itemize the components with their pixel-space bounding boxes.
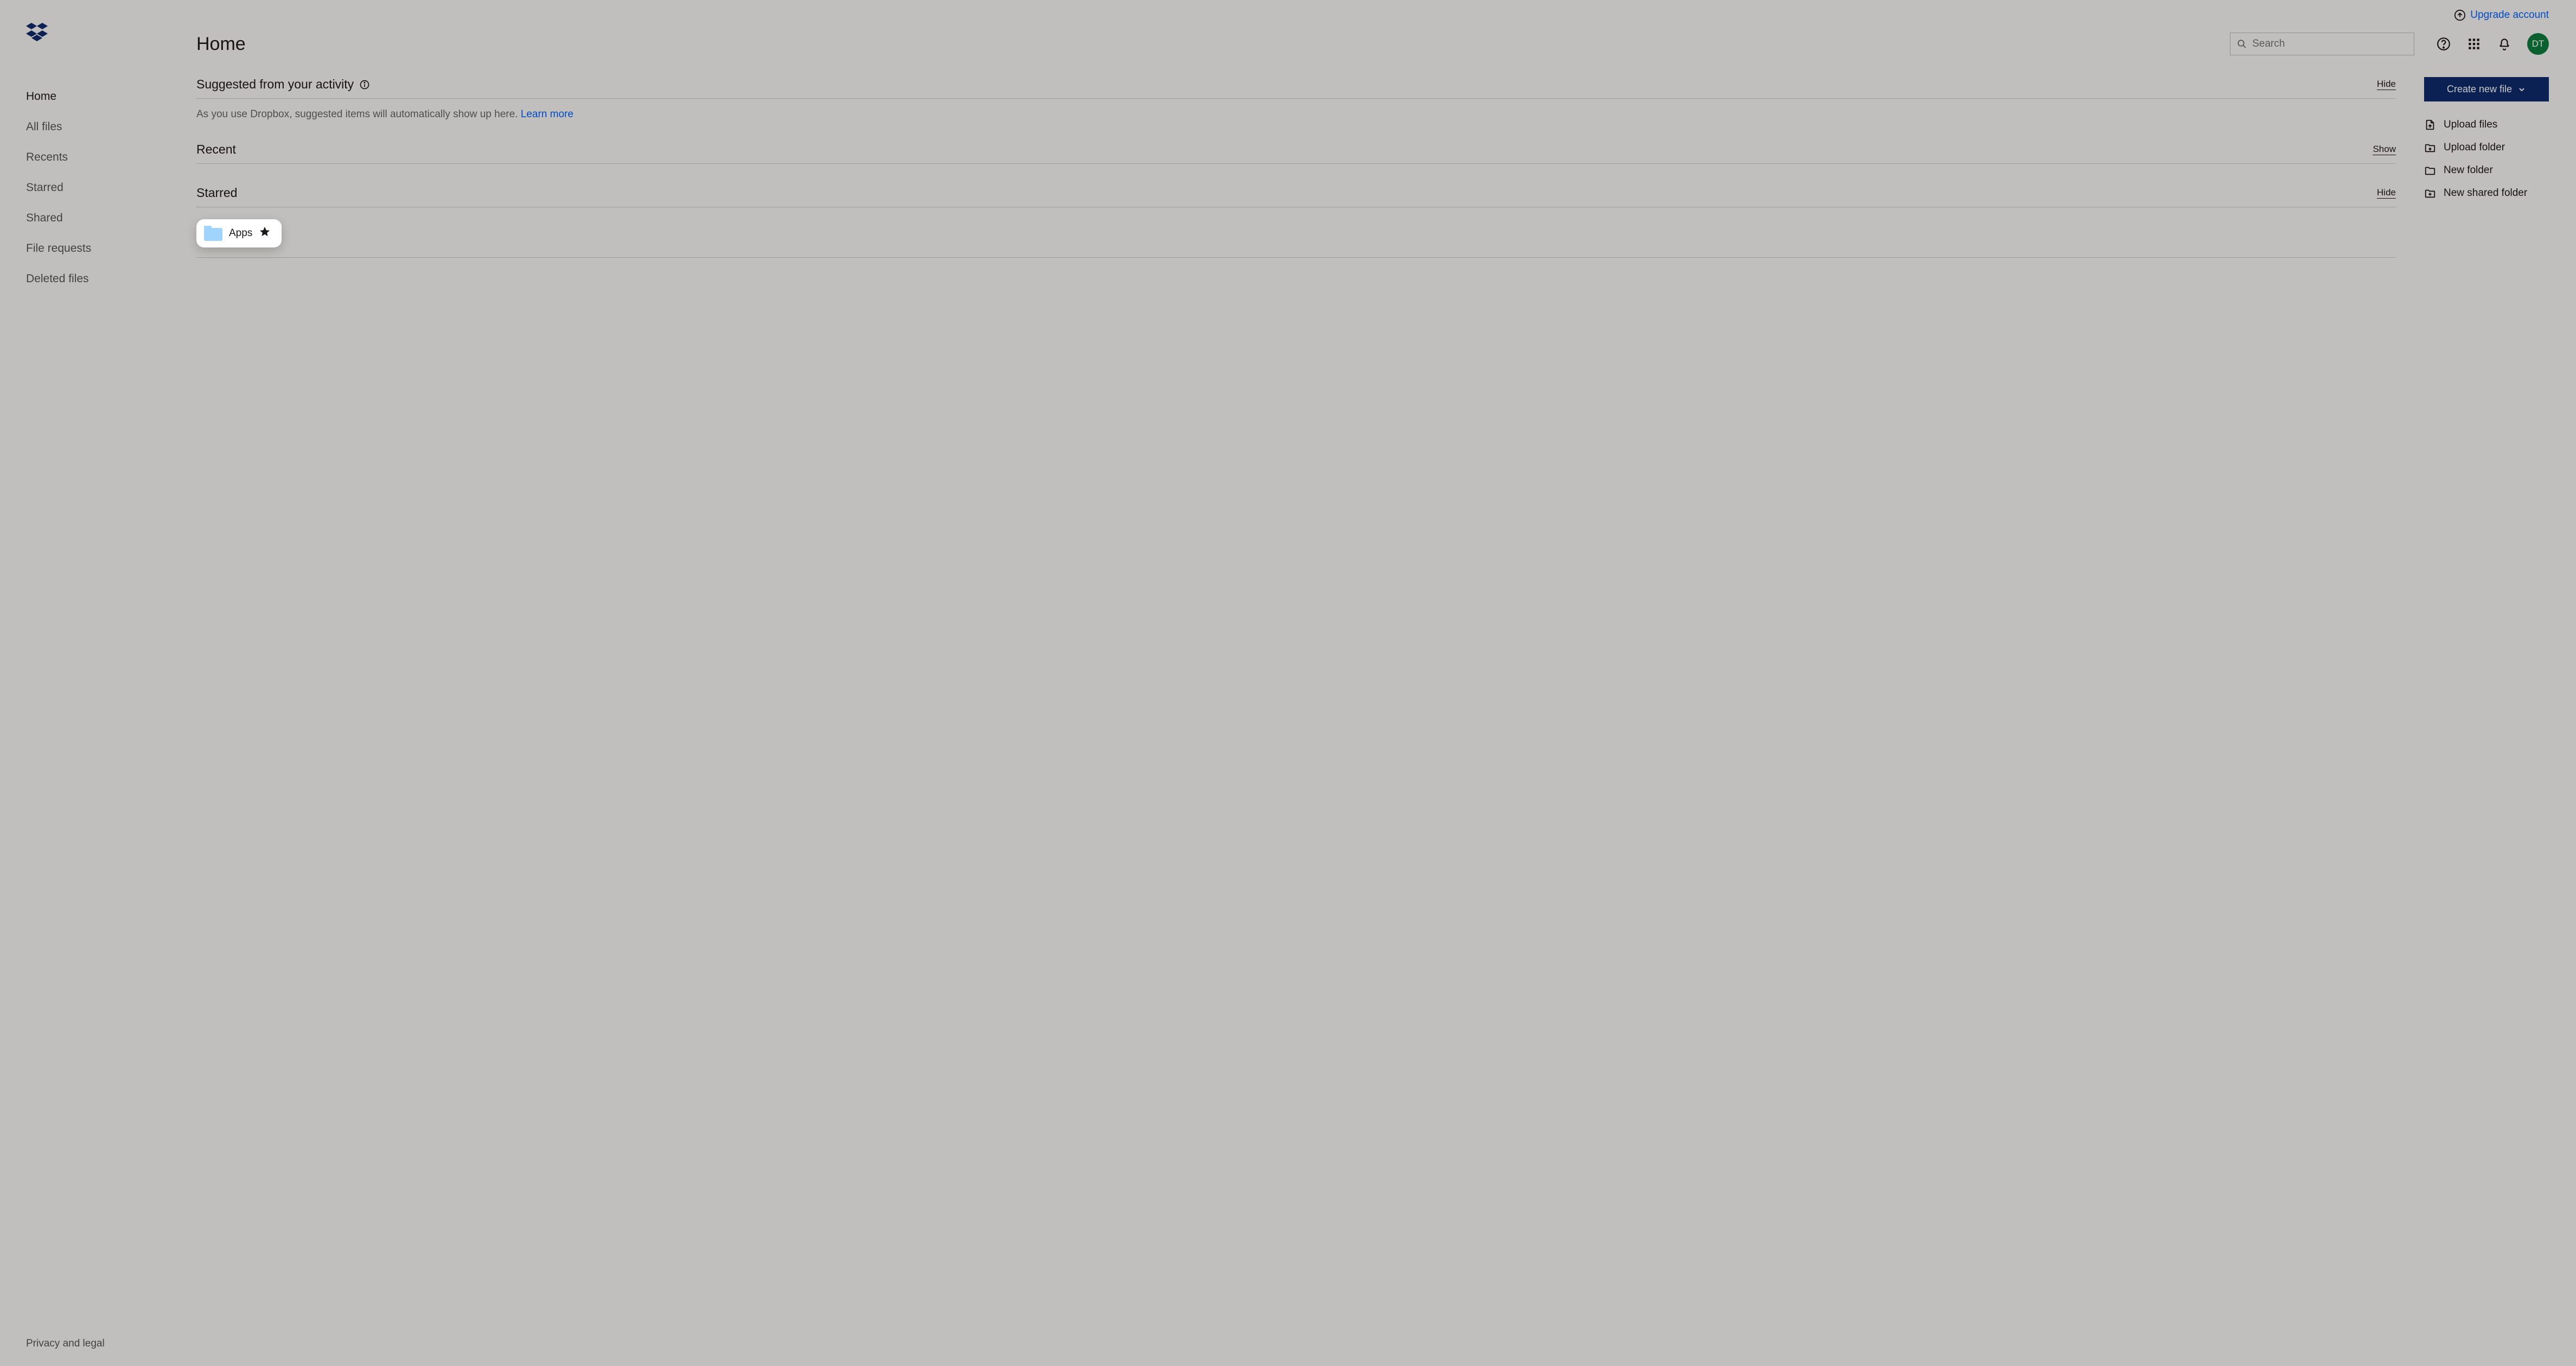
search-icon [2237, 39, 2247, 49]
new-folder-icon [2424, 164, 2436, 176]
sidebar-nav: Home All files Recents Starred Shared Fi… [26, 81, 169, 294]
upload-folder-action[interactable]: Upload folder [2424, 136, 2549, 159]
starred-title: Starred [196, 186, 237, 200]
notifications-icon[interactable] [2497, 36, 2512, 52]
folder-icon [204, 226, 222, 241]
suggested-title: Suggested from your activity [196, 77, 354, 92]
recent-show-toggle[interactable]: Show [2373, 144, 2396, 155]
starred-folder-apps[interactable]: Apps [196, 219, 282, 247]
actions-panel: Create new file Upload files Upload fold… [2424, 77, 2549, 205]
upgrade-account-label: Upgrade account [2470, 9, 2549, 21]
main-content: Upgrade account Home DT [169, 0, 2576, 1366]
chevron-down-icon [2517, 85, 2526, 94]
starred-list: Apps [196, 217, 2396, 258]
new-shared-folder-icon [2424, 187, 2436, 199]
suggested-text: As you use Dropbox, suggested items will… [196, 109, 2396, 120]
recent-title: Recent [196, 142, 236, 157]
apps-grid-icon[interactable] [2466, 36, 2482, 52]
starred-hide-toggle[interactable]: Hide [2377, 187, 2396, 199]
suggested-hide-toggle[interactable]: Hide [2377, 79, 2396, 90]
starred-item-label: Apps [229, 227, 252, 239]
upload-file-icon [2424, 119, 2436, 131]
sidebar-item-all-files[interactable]: All files [26, 112, 169, 142]
dropbox-logo[interactable] [26, 22, 169, 43]
help-icon[interactable] [2436, 36, 2451, 52]
star-filled-icon [259, 226, 271, 241]
page-title: Home [196, 34, 246, 55]
sidebar-item-recents[interactable]: Recents [26, 142, 169, 173]
upgrade-icon [2454, 9, 2466, 21]
starred-section-header: Starred Hide [196, 186, 2396, 207]
search-input[interactable] [2252, 38, 2407, 50]
sidebar-item-deleted-files[interactable]: Deleted files [26, 264, 169, 294]
learn-more-link[interactable]: Learn more [521, 109, 573, 120]
search-box[interactable] [2230, 33, 2414, 55]
new-shared-folder-action[interactable]: New shared folder [2424, 182, 2549, 205]
upload-files-action[interactable]: Upload files [2424, 113, 2549, 136]
create-new-file-button[interactable]: Create new file [2424, 77, 2549, 101]
privacy-legal-link[interactable]: Privacy and legal [26, 1338, 169, 1350]
recent-section-header: Recent Show [196, 142, 2396, 164]
sidebar-item-home[interactable]: Home [26, 81, 169, 112]
suggested-section-header: Suggested from your activity Hide [196, 77, 2396, 99]
sidebar-item-shared[interactable]: Shared [26, 203, 169, 233]
new-folder-action[interactable]: New folder [2424, 159, 2549, 182]
info-icon[interactable] [359, 79, 370, 90]
upgrade-account-link[interactable]: Upgrade account [196, 0, 2549, 30]
sidebar-item-file-requests[interactable]: File requests [26, 233, 169, 264]
sidebar: Home All files Recents Starred Shared Fi… [0, 0, 169, 1366]
upload-folder-icon [2424, 142, 2436, 154]
avatar[interactable]: DT [2527, 33, 2549, 55]
sidebar-item-starred[interactable]: Starred [26, 173, 169, 203]
